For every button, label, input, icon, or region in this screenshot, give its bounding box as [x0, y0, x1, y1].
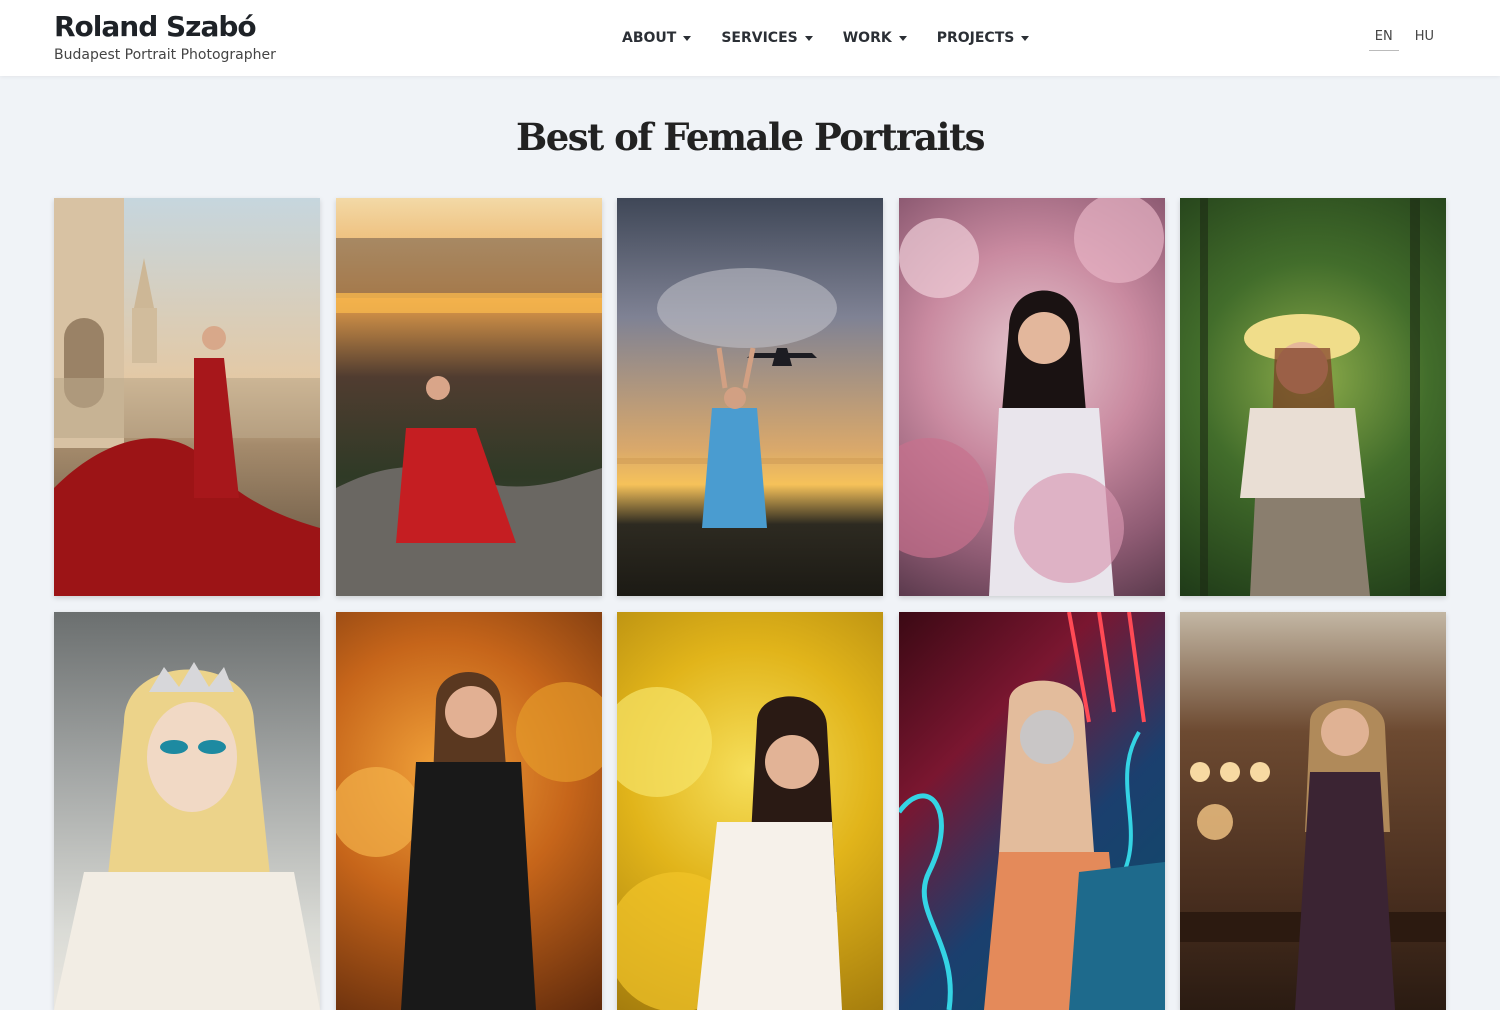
nav-item-projects[interactable]: PROJECTS: [937, 27, 1030, 49]
caret-down-icon: [804, 35, 813, 41]
photo-image: [899, 198, 1164, 596]
photo-image: [1200, 198, 1420, 596]
gallery-photo[interactable]: [1180, 198, 1446, 596]
photo-image: [54, 198, 320, 596]
photo-image: [336, 238, 602, 596]
brand[interactable]: Roland Szabó Budapest Portrait Photograp…: [54, 10, 276, 65]
language-switcher: EN HU: [1368, 27, 1440, 51]
caret-down-icon: [1021, 35, 1030, 41]
lang-option-en[interactable]: EN: [1368, 27, 1399, 51]
nav-item-work[interactable]: WORK: [843, 27, 907, 49]
nav-item-label: PROJECTS: [936, 30, 1015, 46]
nav-item-services[interactable]: SERVICES: [721, 27, 813, 49]
caret-down-icon: [683, 35, 692, 41]
nav-item-label: SERVICES: [721, 30, 798, 46]
lang-option-hu[interactable]: HU: [1409, 27, 1440, 51]
gallery-photo[interactable]: [1180, 612, 1446, 1010]
nav-item-label: ABOUT: [622, 30, 677, 46]
photo-image: [617, 268, 883, 528]
brand-tagline: Budapest Portrait Photographer: [54, 47, 276, 63]
page-title: Best of Female Portraits: [515, 115, 986, 159]
photo-image: [617, 687, 842, 1010]
photo-image: [899, 612, 1165, 1010]
gallery-photo[interactable]: [54, 198, 320, 596]
gallery-photo[interactable]: [899, 612, 1165, 1010]
gallery-photo[interactable]: [617, 612, 883, 1010]
gallery-photo[interactable]: [617, 198, 883, 596]
gallery-photo[interactable]: [336, 612, 602, 1010]
gallery-photo[interactable]: [899, 198, 1165, 596]
gallery-photo[interactable]: [54, 612, 320, 1010]
photo-image: [54, 662, 320, 1010]
nav-item-label: WORK: [842, 30, 892, 46]
main-nav: ABOUT SERVICES WORK PROJECTS: [622, 27, 1030, 49]
photo-image: [1180, 700, 1446, 1010]
nav-item-about[interactable]: ABOUT: [622, 27, 692, 49]
brand-name[interactable]: Roland Szabó: [54, 10, 276, 44]
site-header: Roland Szabó Budapest Portrait Photograp…: [0, 0, 1500, 76]
photo-image: [336, 672, 602, 1010]
gallery-photo[interactable]: [336, 198, 602, 596]
caret-down-icon: [898, 35, 907, 41]
